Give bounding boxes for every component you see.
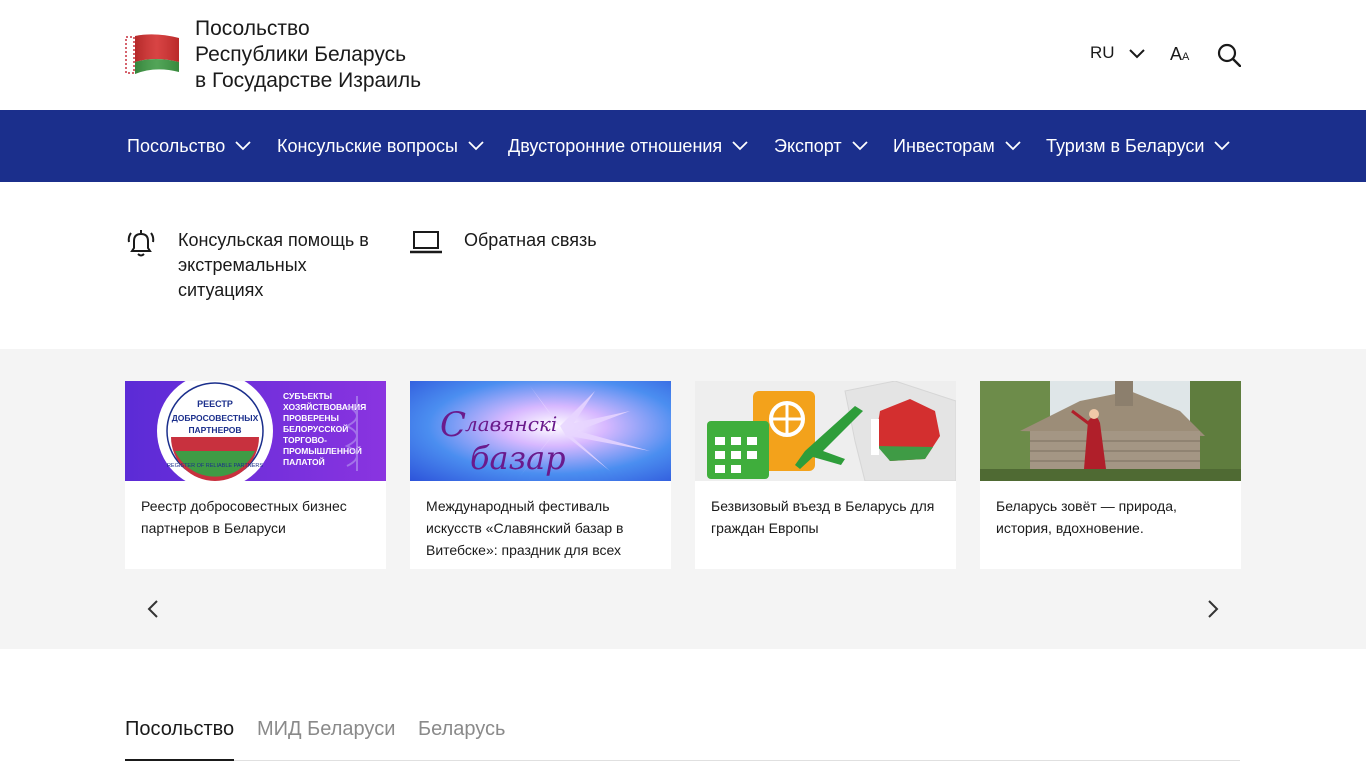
carousel-card-registry[interactable]: РЕЕСТР ДОБРОСОВЕСТНЫХ ПАРТНЕРОВ REGISTER…	[125, 381, 386, 569]
quick-link-feedback[interactable]: Обратная связь	[410, 228, 597, 256]
site-header: Посольство Республики Беларусь в Государ…	[0, 0, 1366, 110]
registry-side-line: ТОРГОВО-	[283, 435, 327, 445]
registry-side-line: ПАЛАТОЙ	[283, 456, 325, 467]
chevron-down-icon	[1214, 141, 1231, 151]
alarm-bell-icon	[127, 230, 155, 257]
site-title-line-3: в Государстве Израиль	[195, 69, 422, 92]
font-size-small-letter: A	[1182, 51, 1190, 63]
site-title[interactable]: Посольство Республики Беларусь в Государ…	[195, 16, 421, 94]
registry-side-line: БЕЛОРУССКОЙ	[283, 423, 348, 434]
nav-item-tourism[interactable]: Туризм в Беларуси	[1046, 110, 1231, 182]
registry-circle-ring: REGISTER OF RELIABLE PARTNERS	[167, 463, 263, 469]
registry-side-line: СУБЪЕКТЫ	[283, 391, 332, 401]
search-icon[interactable]	[1217, 43, 1241, 67]
nav-item-investors[interactable]: Инвесторам	[893, 110, 1021, 182]
carousel-card-slavianski-bazaar[interactable]: С лавянскi базар Международный фестиваль…	[410, 381, 671, 569]
bazaar-logo-line1: лавянскi	[465, 412, 557, 436]
chevron-down-icon	[852, 141, 868, 151]
registry-circle-top: РЕЕСТР	[197, 399, 233, 409]
belarus-flag-icon[interactable]	[125, 32, 179, 76]
registry-side-line: ПРОВЕРЕНЫ	[283, 413, 339, 423]
carousel-card-visa-free[interactable]: Безвизовый въезд в Беларусь для граждан …	[695, 381, 956, 569]
belarus-nature-photo	[980, 381, 1241, 481]
font-size-button[interactable]: AA	[1170, 44, 1189, 65]
language-label: RU	[1090, 43, 1115, 62]
card-title: Реестр добросовестных бизнес партнеров в…	[141, 498, 347, 536]
carousel-card-belarus-calls[interactable]: Беларусь зовёт — природа, история, вдохн…	[980, 381, 1241, 569]
nav-item-label: Консульские вопросы	[277, 135, 458, 156]
nav-item-label: Туризм в Беларуси	[1046, 135, 1205, 156]
tab-belarus[interactable]: Беларусь	[418, 718, 505, 761]
chevron-down-icon	[235, 141, 251, 151]
card-title: Беларусь зовёт — природа, история, вдохн…	[996, 498, 1177, 536]
site-title-line-1: Посольство	[195, 17, 310, 40]
registry-circle-mid2: ПАРТНЕРОВ	[188, 425, 241, 435]
card-image	[695, 381, 956, 481]
site-title-line-2: Республики Беларусь	[195, 43, 407, 66]
chevron-down-icon	[1005, 141, 1021, 151]
registry-banner: РЕЕСТР ДОБРОСОВЕСТНЫХ ПАРТНЕРОВ REGISTER…	[125, 381, 386, 481]
language-selector[interactable]: RU	[1090, 43, 1145, 63]
nav-item-label: Двусторонние отношения	[508, 135, 723, 156]
card-title: Международный фестиваль искусств «Славян…	[426, 498, 624, 558]
nav-item-label: Инвесторам	[893, 135, 995, 156]
bazaar-logo-letter: С	[440, 405, 466, 445]
tab-mfa[interactable]: МИД Беларуси	[257, 718, 395, 761]
news-tabs: Посольство МИД Беларуси Беларусь	[125, 718, 1240, 761]
tab-embassy[interactable]: Посольство	[125, 718, 235, 761]
card-title: Безвизовый въезд в Беларусь для граждан …	[711, 498, 935, 536]
quick-link-emergency[interactable]: Консульская помощь в экстремальных ситуа…	[127, 228, 378, 303]
nav-item-export[interactable]: Экспорт	[774, 110, 868, 182]
quick-link-label: Обратная связь	[464, 230, 597, 250]
registry-circle-mid1: ДОБРОСОВЕСТНЫХ	[172, 413, 259, 423]
card-image	[980, 381, 1241, 481]
carousel-next-icon[interactable]	[1205, 599, 1221, 619]
nav-item-bilateral[interactable]: Двусторонние отношения	[508, 110, 748, 182]
visa-free-banner	[695, 381, 956, 481]
nav-item-label: Посольство	[127, 135, 226, 156]
quick-link-label: Консульская помощь в экстремальных ситуа…	[178, 230, 369, 300]
nav-item-label: Экспорт	[774, 135, 842, 156]
card-image: РЕЕСТР ДОБРОСОВЕСТНЫХ ПАРТНЕРОВ REGISTER…	[125, 381, 386, 481]
chevron-down-icon	[732, 141, 748, 151]
nav-item-embassy[interactable]: Посольство	[127, 110, 251, 182]
carousel-prev-icon[interactable]	[145, 599, 161, 619]
laptop-icon	[410, 231, 442, 254]
font-size-big-letter: A	[1170, 44, 1183, 64]
card-image: С лавянскi базар	[410, 381, 671, 481]
nav-item-consular[interactable]: Консульские вопросы	[277, 110, 484, 182]
slavianski-bazaar-banner: С лавянскi базар	[410, 381, 671, 481]
bazaar-logo-line2: базар	[470, 439, 566, 477]
news-carousel: РЕЕСТР ДОБРОСОВЕСТНЫХ ПАРТНЕРОВ REGISTER…	[0, 349, 1366, 649]
main-navigation: Посольство Консульские вопросы Двусторон…	[0, 110, 1366, 182]
chevron-down-icon	[1128, 49, 1145, 59]
chevron-down-icon	[468, 141, 484, 151]
